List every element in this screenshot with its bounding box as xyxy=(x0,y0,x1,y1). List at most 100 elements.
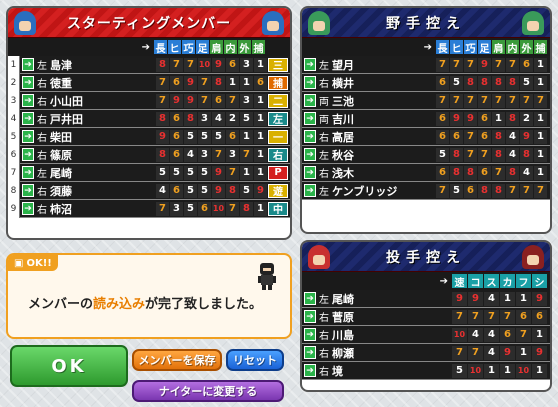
swap-arrow-icon[interactable]: ➔ xyxy=(304,130,316,143)
player-row[interactable]: ➔ 右川島 10 4 4 6 7 1 xyxy=(302,326,550,344)
swap-arrow-icon[interactable]: ➔ xyxy=(304,184,316,197)
player-row[interactable]: ➔ 両三池 7 7 7 7 7 7 7 7 xyxy=(302,92,550,110)
player-row[interactable]: ➔ 右境 5 10 1 1 10 1 xyxy=(302,362,550,380)
player-name: 境 xyxy=(332,364,343,378)
ok-button[interactable]: OK xyxy=(10,345,128,387)
reset-button[interactable]: リセット xyxy=(226,349,284,371)
swap-arrow-icon[interactable]: ➔ xyxy=(22,112,34,125)
player-name: 尾崎 xyxy=(332,292,354,306)
swap-arrow-icon[interactable]: ➔ xyxy=(304,328,316,341)
stat-value: 6 xyxy=(226,129,239,144)
player-row[interactable]: 9 ➔ 右柿沼 7 3 5 6 10 7 8 1 中 xyxy=(8,199,290,218)
position-badge[interactable]: 中 xyxy=(268,201,288,216)
stat-value: 4 xyxy=(468,327,483,342)
fielder-left-icon xyxy=(308,11,330,35)
stat-header: 足 xyxy=(196,40,209,55)
position-badge[interactable]: 右 xyxy=(268,147,288,162)
player-row[interactable]: ➔ 左ケンブリッジ 7 5 6 8 8 7 7 7 xyxy=(302,182,550,200)
stat-value: 7 xyxy=(464,147,477,162)
stat-value: 1 xyxy=(240,75,253,90)
ninja-character-icon xyxy=(258,263,276,290)
swap-arrow-icon[interactable]: ➔ xyxy=(304,166,316,179)
player-row[interactable]: ➔ 左望月 7 7 7 9 7 7 6 1 xyxy=(302,56,550,74)
stat-value: 6 xyxy=(170,183,183,198)
batting-order-number: 4 xyxy=(8,109,20,128)
position-badge[interactable]: 三 xyxy=(268,57,288,72)
swap-arrow-icon[interactable]: ➔ xyxy=(22,166,34,179)
stat-value: 5 xyxy=(240,111,253,126)
position-badge[interactable]: P xyxy=(268,165,288,180)
stat-value: 6 xyxy=(436,165,449,180)
stat-value: 6 xyxy=(436,129,449,144)
info-icon: ▣ xyxy=(14,257,24,269)
player-row[interactable]: 2 ➔ 右徳重 7 6 9 7 8 1 1 6 捕 xyxy=(8,73,290,92)
player-row[interactable]: ➔ 右浅木 6 8 8 6 7 8 4 1 xyxy=(302,164,550,182)
swap-arrow-icon[interactable]: ➔ xyxy=(22,130,34,143)
swap-arrow-icon[interactable]: ➔ xyxy=(304,310,316,323)
save-members-button[interactable]: メンバーを保存 xyxy=(132,349,222,371)
player-name: 横井 xyxy=(332,76,354,90)
player-row[interactable]: ➔ 両吉川 6 9 9 6 1 8 2 1 xyxy=(302,110,550,128)
stat-value: 1 xyxy=(254,147,267,162)
swap-arrow-icon[interactable]: ➔ xyxy=(304,292,316,305)
player-row[interactable]: 7 ➔ 左尾崎 5 5 5 5 9 7 1 1 P xyxy=(8,163,290,182)
player-row[interactable]: ➔ 右横井 6 5 8 8 8 8 5 1 xyxy=(302,74,550,92)
swap-arrow-icon[interactable]: ➔ xyxy=(304,346,316,359)
player-row[interactable]: 4 ➔ 右戸井田 8 6 8 3 4 2 5 1 左 xyxy=(8,109,290,128)
player-row[interactable]: ➔ 右柳瀬 7 7 4 9 1 9 xyxy=(302,344,550,362)
player-row[interactable]: ➔ 左秋谷 5 8 7 7 8 4 8 1 xyxy=(302,146,550,164)
fielders-bench-panel: 野手控え ➔ 長ヒ巧足肩内外捕 ➔ 左望月 7 7 7 9 7 7 6 1 ➔ 右横井 6 5 8 8 8 8 5 1… xyxy=(300,6,552,234)
player-row[interactable]: 8 ➔ 右須藤 4 6 5 5 9 8 5 9 遊 xyxy=(8,181,290,200)
swap-arrow-icon[interactable]: ➔ xyxy=(304,58,316,71)
player-name: 柿沼 xyxy=(50,202,72,216)
player-name: 小山田 xyxy=(50,94,83,108)
swap-arrow-icon[interactable]: ➔ xyxy=(304,94,316,107)
stat-value: 7 xyxy=(492,93,505,108)
swap-arrow-icon[interactable]: ➔ xyxy=(22,202,34,215)
stat-value: 1 xyxy=(534,57,547,72)
stat-value: 3 xyxy=(240,93,253,108)
swap-arrow-icon[interactable]: ➔ xyxy=(304,76,316,89)
player-row[interactable]: 3 ➔ 右小山田 7 9 9 7 6 7 3 1 二 xyxy=(8,91,290,110)
swap-arrow-icon[interactable]: ➔ xyxy=(22,148,34,161)
stat-value: 10 xyxy=(212,201,225,216)
batting-order-number: 9 xyxy=(8,199,20,218)
swap-arrow-icon[interactable]: ➔ xyxy=(304,112,316,125)
player-row[interactable]: ➔ 左尾崎 9 9 4 1 1 9 xyxy=(302,290,550,308)
stat-value: 9 xyxy=(450,111,463,126)
position-badge[interactable]: 左 xyxy=(268,111,288,126)
stat-value: 4 xyxy=(484,327,499,342)
player-row[interactable]: 1 ➔ 左島津 8 7 7 10 9 6 3 1 三 xyxy=(8,55,290,74)
player-row[interactable]: 6 ➔ 右篠原 8 6 4 3 7 3 7 1 右 xyxy=(8,145,290,164)
stat-value: 9 xyxy=(212,165,225,180)
swap-arrow-icon[interactable]: ➔ xyxy=(304,364,316,377)
position-badge[interactable]: 捕 xyxy=(268,75,288,90)
swap-arrow-icon[interactable]: ➔ xyxy=(304,148,316,161)
batting-order-number: 5 xyxy=(8,127,20,146)
swap-arrow-icon[interactable]: ➔ xyxy=(22,184,34,197)
position-badge[interactable]: 二 xyxy=(268,93,288,108)
message-text-before: メンバーの xyxy=(28,297,94,312)
swap-arrow-icon[interactable]: ➔ xyxy=(22,76,34,89)
stat-value: 8 xyxy=(478,75,491,90)
stat-value: 8 xyxy=(240,201,253,216)
player-name: 篠原 xyxy=(50,148,72,162)
swap-arrow-icon[interactable]: ➔ xyxy=(22,94,34,107)
stat-value: 4 xyxy=(212,111,225,126)
batting-hand: 左 xyxy=(37,61,47,72)
swap-arrow-icon[interactable]: ➔ xyxy=(22,58,34,71)
player-row[interactable]: ➔ 右菅原 7 7 7 7 6 6 xyxy=(302,308,550,326)
stat-value: 1 xyxy=(532,327,547,342)
stat-value: 8 xyxy=(464,75,477,90)
player-row[interactable]: ➔ 右高居 6 6 7 6 8 4 9 1 xyxy=(302,128,550,146)
player-row[interactable]: 5 ➔ 右柴田 9 6 5 5 5 6 1 1 一 xyxy=(8,127,290,146)
position-badge[interactable]: 一 xyxy=(268,129,288,144)
position-badge[interactable]: 遊 xyxy=(268,183,288,198)
stat-value: 1 xyxy=(254,57,267,72)
stat-value: 1 xyxy=(254,111,267,126)
stat-value: 5 xyxy=(212,129,225,144)
player-name: 望月 xyxy=(332,58,354,72)
stat-value: 4 xyxy=(156,183,169,198)
night-game-button[interactable]: ナイターに変更する xyxy=(132,380,284,402)
stat-value: 5 xyxy=(452,363,467,378)
